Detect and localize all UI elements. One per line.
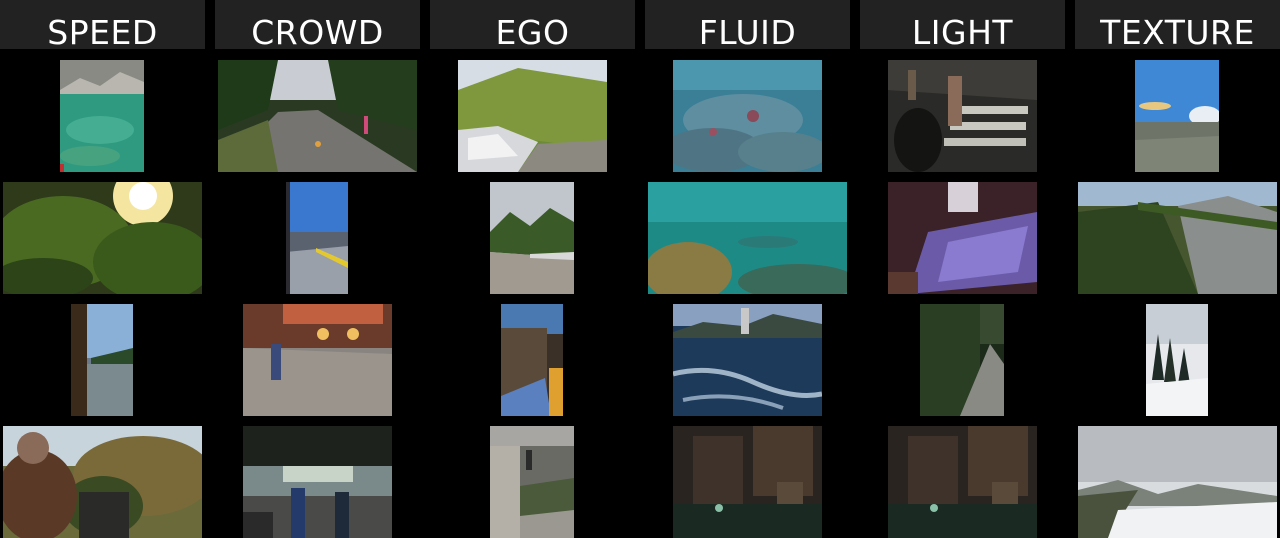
thumbnail-crowd-1 — [218, 60, 417, 172]
thumbnail-fluid-2 — [648, 182, 847, 294]
header-crowd: CROWD — [215, 0, 420, 49]
thumbnail-ego-3 — [501, 304, 563, 416]
thumbnail-light-3 — [920, 304, 1004, 416]
thumbnail-light-2 — [888, 182, 1037, 294]
header-light: LIGHT — [860, 0, 1065, 49]
thumbnail-texture-1 — [1135, 60, 1219, 172]
thumbnail-fluid-3 — [673, 304, 822, 416]
thumbnail-light-4 — [888, 426, 1037, 538]
thumbnail-ego-4 — [490, 426, 574, 538]
thumbnail-ego-2 — [490, 182, 574, 294]
thumbnail-crowd-3 — [243, 304, 392, 416]
thumbnail-ego-1 — [458, 60, 607, 172]
thumbnail-light-1 — [888, 60, 1037, 172]
thumbnail-speed-1 — [60, 60, 144, 172]
header-texture: TEXTURE — [1075, 0, 1280, 49]
header-fluid: FLUID — [645, 0, 850, 49]
thumbnail-fluid-4 — [673, 426, 822, 538]
thumbnail-texture-3 — [1146, 304, 1208, 416]
thumbnail-speed-3 — [71, 304, 133, 416]
thumbnail-crowd-4 — [243, 426, 392, 538]
thumbnail-speed-4 — [3, 426, 202, 538]
header-speed: SPEED — [0, 0, 205, 49]
thumbnail-speed-2 — [3, 182, 202, 294]
thumbnail-texture-2 — [1078, 182, 1277, 294]
thumbnail-texture-4 — [1078, 426, 1277, 538]
thumbnail-crowd-2 — [286, 182, 348, 294]
thumbnail-fluid-1 — [673, 60, 822, 172]
header-ego: EGO — [430, 0, 635, 49]
